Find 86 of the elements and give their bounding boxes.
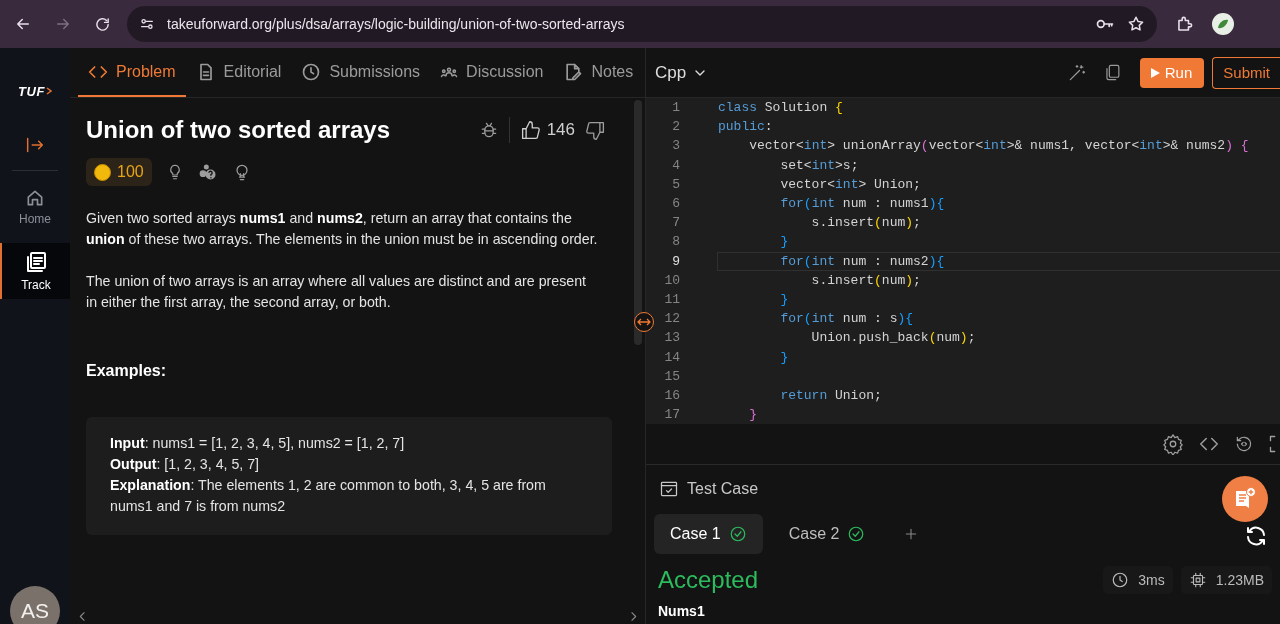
description-paragraph: Given two sorted arrays nums1 and nums2, return an array that contains the union of these two arrays. The elements in the union must be in ascending order. [86,209,599,249]
line-number: 11 [663,291,680,307]
tab[interactable]: Problem [78,48,186,97]
code-line: s.insert(num); [810,272,921,288]
case-tab[interactable]: Case 1 [654,514,763,554]
line-number: 14 [663,349,680,365]
code-line: for(int num : nums1){ [779,196,945,212]
check-circle-icon [847,525,866,543]
puzzle-icon[interactable] [1175,14,1194,34]
thumbs-down-icon[interactable] [585,119,606,141]
settings-icon[interactable] [1162,433,1184,455]
add-note-button[interactable] [1222,476,1268,522]
test-case-icon [659,479,679,499]
reload-icon[interactable] [94,15,111,33]
description-paragraph: The union of two arrays is an array where all values are distinct and are present in either the first array, the second array, or both. [86,272,587,312]
home-icon[interactable] [25,188,45,208]
code-line: } [748,407,757,423]
like-count: 146 [546,120,575,140]
line-number: 2 [671,119,680,135]
code-line: } [779,291,789,307]
code-line: for(int num : s){ [779,311,914,327]
code-line: Union.push_back(num); [810,330,976,346]
code-line: s.insert(num); [810,215,921,231]
line-number: 7 [671,215,680,231]
profile-avatar[interactable] [1212,13,1234,35]
tab[interactable]: Discussion [430,48,554,97]
submit-button[interactable]: Submit [1212,56,1280,89]
check-circle-icon [728,525,747,543]
problem-title: Union of two sorted arrays [86,116,391,144]
code-editor[interactable] [646,98,1280,424]
play-icon [1148,66,1161,79]
tab[interactable]: Notes [553,48,644,97]
case-tab[interactable]: Case 2 [772,514,882,554]
language-dropdown[interactable]: Cpp [655,62,709,83]
line-number: 16 [663,387,680,403]
runtime-chip: 3ms [1103,566,1173,594]
code-line: vector<int> unionArray(vector<int>& nums1, vector<int>& nums2) { [748,138,1249,154]
line-number: 10 [663,272,680,288]
site-settings-icon[interactable] [139,16,155,32]
tab[interactable]: Submissions [291,48,431,97]
refresh-icon[interactable] [1244,524,1268,548]
code-line: vector<int> Union; [779,176,921,192]
clock-icon [1111,571,1130,589]
code-line: return Union; [779,387,882,403]
memory-chip: 1.23MB [1180,566,1272,594]
list-icon[interactable] [24,250,48,274]
panel-title: Test Case [687,480,759,498]
line-number: 6 [671,196,680,212]
note-edit-icon[interactable] [563,61,584,82]
line-number: 9 [671,253,680,269]
chip-icon [1188,571,1207,589]
people-question-icon[interactable] [197,162,218,182]
line-number: 8 [671,234,680,250]
sidebar-item[interactable]: Track [0,243,70,299]
line-number: 15 [663,368,680,384]
star-icon[interactable] [1127,15,1145,33]
code-line: class Solution { [718,100,843,116]
example-line: Explanation: The elements 1, 2 are common to both, 3, 4, 5 are from nums1 and 7 is from nums2 [110,476,547,516]
line-number: 3 [671,138,680,154]
code-line: public: [718,119,773,135]
example-line: Input: nums1 = [1, 2, 3, 4, 5], nums2 = [1, 2, 7] [110,434,406,453]
line-number: 1 [671,100,680,116]
scrollbar[interactable] [633,100,642,345]
line-number: 13 [663,330,680,346]
address-bar[interactable]: takeuforward.org/plus/dsa/arrays/logic-building/union-of-two-sorted-arrays [127,6,1157,42]
logo[interactable]: TUF [0,48,70,134]
clock-icon[interactable] [301,61,322,82]
coin-badge: 100 [86,158,152,186]
code-line: for(int num : nums2){ [779,253,945,269]
code-line: } [779,349,789,365]
sidebar-item[interactable]: Home [0,179,70,235]
tab[interactable]: Editorial [185,48,292,97]
history-icon[interactable] [1234,434,1254,454]
user-avatar[interactable]: AS [10,586,60,624]
code-line: set<int>s; [779,157,859,173]
example-line: Output: [1, 2, 3, 4, 5, 7] [110,455,260,474]
field-label: Nums1 [657,602,706,619]
line-number: 4 [671,157,680,173]
code-line: } [779,234,789,250]
status-text: Accepted [658,566,760,594]
section-heading: Examples: [86,362,168,380]
line-number: 5 [671,176,680,192]
thumbs-up-icon[interactable] [519,119,541,141]
url-text: takeuforward.org/plus/dsa/arrays/logic-building/union-of-two-sorted-arrays [167,16,626,32]
line-number: 17 [663,407,680,423]
line-number: 12 [663,311,680,327]
